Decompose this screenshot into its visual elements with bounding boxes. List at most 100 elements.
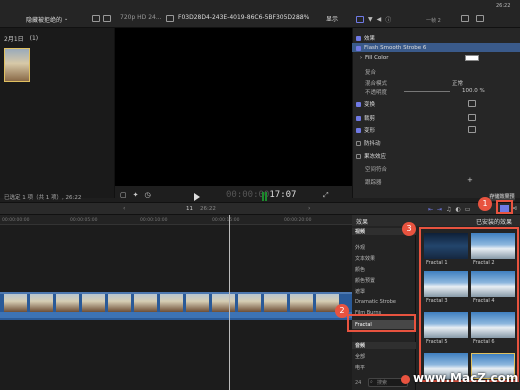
checkbox[interactable] [356, 153, 361, 159]
info-icon[interactable]: ⓘ [385, 15, 391, 24]
ruler-tick: 00:00:00:00 [2, 218, 30, 223]
ruler-tick: 00:00:10:00 [140, 218, 168, 223]
checkbox[interactable] [356, 140, 361, 146]
clip-thumbnail[interactable] [4, 48, 30, 82]
clip-frame [4, 294, 28, 312]
snapping-icon[interactable]: ⇥ [437, 206, 442, 213]
effects-browser-title: 效果 [356, 219, 369, 226]
enhance-tool-icon[interactable]: ✦ [133, 191, 139, 199]
solo-icon[interactable]: ◐ [455, 206, 460, 213]
clip-frame [212, 294, 236, 312]
ruler-tick: 00:00:20:00 [284, 218, 312, 223]
add-tracker-icon[interactable]: + [467, 176, 473, 184]
category-levels[interactable]: 电平 [355, 364, 365, 371]
timeline-duration: 26:22 [200, 206, 216, 212]
inspector-row-effect[interactable]: Flash Smooth Strobe 6 [356, 45, 426, 51]
callout-box-effect-grid [419, 227, 519, 382]
viewer-display-menu[interactable]: 显示 [326, 14, 338, 23]
transform-tool-icon[interactable]: ▢ [120, 191, 127, 199]
category-color-presets[interactable]: 颜色预置 [355, 277, 375, 284]
audio-meter-right [265, 192, 267, 201]
clip-frame [108, 294, 132, 312]
spatial-conform-label: 空间符合 [365, 167, 388, 173]
filmstrip-view-icon[interactable] [92, 15, 100, 22]
viewer-format: 720p HD 24... [120, 14, 162, 21]
event-header: 2月1日 (1) [4, 34, 38, 43]
clip-frame [56, 294, 80, 312]
section-label: 变换 [364, 102, 376, 108]
back-arrow-icon[interactable]: ‹ [123, 205, 125, 212]
viewer-zoom-menu[interactable]: 88% [296, 14, 309, 21]
audio-meter [262, 192, 268, 201]
category-color[interactable]: 颜色 [355, 266, 365, 273]
video-inspector-icon[interactable] [356, 16, 364, 23]
inspector-row-distort[interactable]: 变形 [356, 126, 375, 134]
checkbox[interactable] [356, 101, 361, 107]
filter-icon[interactable]: ▼ [368, 16, 373, 23]
fullscreen-icon[interactable]: ⤢ [323, 191, 329, 200]
play-icon[interactable] [194, 193, 200, 201]
section-label: 裁剪 [364, 116, 376, 122]
watermark: www.MacZ.com [413, 371, 519, 385]
timeline-tool-icons: ⇤ ⇥ ♫ ◐ ▭ [428, 206, 470, 213]
playhead[interactable] [229, 215, 230, 390]
opacity-slider[interactable] [404, 91, 450, 92]
headphones-icon[interactable]: ♫ [446, 206, 451, 213]
speaker-icon[interactable]: ◀ [377, 16, 382, 23]
category-all[interactable]: 全部 [355, 353, 365, 360]
callout-box-fractal [347, 314, 416, 332]
clip-frame [264, 294, 288, 312]
inspector-row-rolling-shutter[interactable]: 果冻效应 [356, 152, 386, 160]
inspector-tabs: ▼ ◀ ⓘ [356, 15, 391, 24]
library-filter-dropdown[interactable]: 隐藏被拒绝的 ⌄ [26, 14, 86, 24]
category-masks[interactable]: 遮罩 [355, 288, 365, 295]
ruler-tick: 00:00:15:00 [212, 218, 240, 223]
distort-icon[interactable] [468, 126, 476, 133]
inspector-row-crop[interactable]: 裁剪 [356, 114, 375, 122]
clip-frame [186, 294, 210, 312]
inspector-row-fill-color[interactable]: › Fill Color [360, 55, 388, 61]
window-layout-icon[interactable] [476, 15, 484, 22]
checkbox[interactable] [356, 35, 361, 41]
share-icon[interactable] [461, 15, 469, 22]
list-view-icon[interactable] [103, 15, 111, 22]
checkbox[interactable] [356, 45, 361, 51]
crop-icon[interactable] [468, 114, 476, 121]
callout-badge-1: 1 [478, 197, 492, 211]
event-date: 2月1日 [4, 36, 24, 43]
callout-badge-2: 2 [335, 304, 349, 318]
inspector-duration: 26:22 [496, 3, 511, 9]
speed-tool-icon[interactable]: ◷ [145, 191, 151, 199]
opacity-value[interactable]: 100.0 % [462, 88, 485, 94]
callout-box-effects-button [496, 200, 513, 214]
checkbox[interactable] [356, 115, 361, 121]
installed-effects-menu[interactable]: 已安装的效果 [476, 217, 512, 226]
category-dramatic-strobe[interactable]: Dramatic Strobe [355, 299, 396, 305]
clip-frame [82, 294, 106, 312]
clip-frame [290, 294, 314, 312]
category-text-effects[interactable]: 文本效果 [355, 255, 375, 262]
inspector-row-stabilization[interactable]: 防抖动 [356, 139, 381, 147]
opacity-label: 不透明度 [365, 90, 388, 96]
selection-status: 已选定 1 项（共 1 项）, 26:22 [4, 195, 82, 201]
category-looks[interactable]: 外观 [355, 244, 365, 251]
section-label: 果冻效应 [364, 154, 387, 160]
section-label: Fill Color [365, 55, 389, 61]
chevron-right-icon: › [360, 55, 362, 61]
audio-meter-left [262, 192, 264, 201]
blend-mode-value[interactable]: 正常 [452, 79, 463, 87]
fill-color-swatch[interactable] [465, 55, 479, 61]
callout-badge-3: 3 [402, 222, 416, 236]
inspector-row-transform[interactable]: 变换 [356, 100, 375, 108]
clip-frame [134, 294, 158, 312]
timecode-value: 17:07 [269, 190, 297, 200]
forward-arrow-icon[interactable]: › [308, 205, 310, 212]
section-label: 变形 [364, 128, 376, 134]
inspector-row-effects[interactable]: 效果 [356, 34, 375, 42]
transform-icon[interactable] [468, 100, 476, 107]
category-audio[interactable]: 音频 [352, 342, 416, 349]
clip-appearance-icon[interactable]: ▭ [465, 206, 471, 213]
checkbox[interactable] [356, 127, 361, 133]
skimming-icon[interactable]: ⇤ [428, 206, 433, 213]
clip-settings-icon[interactable] [166, 15, 174, 22]
